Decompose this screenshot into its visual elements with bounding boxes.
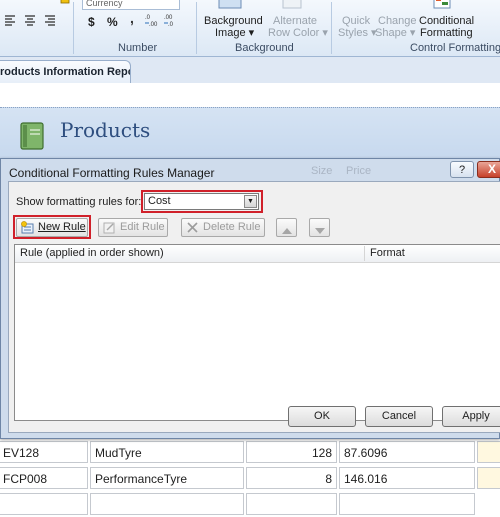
group-separator [73, 2, 74, 54]
rules-list-header: Rule (applied in order shown) Format [15, 245, 500, 263]
comma-style-icon[interactable]: , [128, 10, 138, 29]
edit-rule-label: Edit Rule [120, 221, 165, 233]
close-button[interactable]: X [477, 161, 500, 178]
delete-rule-button[interactable]: Delete Rule [181, 218, 265, 237]
ribbon: Currency $ % , .0.00 .00.0 Number Backgr… [0, 0, 500, 57]
cell-product-id[interactable]: FCP008 [0, 467, 88, 489]
svg-text:.0: .0 [145, 15, 151, 21]
svg-text:.0: .0 [168, 22, 174, 28]
show-rules-label: Show formatting rules for: [16, 196, 142, 208]
document-tab-bar: roducts Information Report [0, 57, 500, 84]
align-left-icon[interactable] [4, 14, 16, 29]
background-group-label: Background [235, 42, 294, 54]
cell-quantity[interactable]: 8 [246, 467, 337, 489]
move-up-button[interactable] [276, 218, 297, 237]
cell-quantity[interactable]: 128 [246, 441, 337, 463]
column-header-rule[interactable]: Rule (applied in order shown) [20, 245, 164, 261]
alternate-row-color-button-line1[interactable]: Alternate [273, 15, 317, 27]
column-header-format[interactable]: Format [370, 245, 405, 261]
number-group-label: Number [118, 42, 158, 54]
change-shape-button-line1[interactable]: Change [378, 15, 417, 27]
increase-decimal-icon[interactable]: .0.00 [145, 12, 161, 31]
cell-product-name[interactable]: PerformanceTyre [90, 467, 244, 489]
move-down-icon [315, 224, 325, 241]
tab-label: roducts Information Report [0, 66, 131, 78]
apply-button[interactable]: Apply [442, 406, 500, 427]
align-center-icon[interactable] [24, 14, 36, 29]
change-shape-button-line2[interactable]: Shape ▾ [375, 27, 415, 39]
quick-styles-button-line1[interactable]: Quick [342, 15, 370, 27]
rules-list[interactable]: Rule (applied in order shown) Format [14, 244, 500, 421]
background-image-button-line1[interactable]: Background [204, 15, 263, 27]
conditional-formatting-button-line2[interactable]: Formatting [420, 27, 473, 39]
svg-text:.00: .00 [149, 22, 158, 28]
background-image-button-line2[interactable]: Image ▾ [215, 27, 254, 39]
table-row[interactable] [0, 493, 500, 517]
decrease-decimal-icon[interactable]: .00.0 [164, 12, 180, 31]
cell-product-id[interactable] [0, 493, 88, 515]
quick-styles-button-line2[interactable]: Styles ▾ [338, 27, 377, 39]
ok-button[interactable]: OK [288, 406, 356, 427]
highlight-box [141, 190, 263, 213]
report-title: Products [60, 118, 151, 142]
table-row[interactable]: EV128 MudTyre 128 87.6096 [0, 441, 500, 465]
cell-cost[interactable] [339, 493, 475, 515]
conditional-formatting-dialog: Conditional Formatting Rules Manager Siz… [0, 158, 500, 439]
edit-rule-button[interactable]: Edit Rule [98, 218, 168, 237]
cell-product-name[interactable]: MudTyre [90, 441, 244, 463]
percent-button[interactable]: % [107, 16, 118, 28]
align-right-icon[interactable] [44, 14, 56, 29]
conditional-formatting-icon [433, 0, 451, 13]
dialog-body: Show formatting rules for: Cost ▼ New Ru… [8, 181, 500, 433]
cell-product-id[interactable]: EV128 [0, 441, 88, 463]
alternate-row-color-icon [282, 0, 302, 13]
background-column-header: Price [346, 165, 372, 177]
cell-extra[interactable] [477, 467, 500, 489]
help-button[interactable]: ? [450, 161, 474, 178]
cell-extra[interactable] [477, 441, 500, 463]
svg-text:,: , [130, 12, 134, 26]
group-separator [196, 2, 197, 54]
number-format-text: Currency [86, 0, 123, 8]
background-image-icon [218, 0, 242, 13]
move-up-icon [282, 224, 292, 241]
table-row[interactable]: FCP008 PerformanceTyre 8 146.016 [0, 467, 500, 491]
column-divider[interactable] [364, 246, 365, 261]
move-down-button[interactable] [309, 218, 330, 237]
conditional-formatting-button-line1[interactable]: Conditional [419, 15, 474, 27]
dialog-title: Conditional Formatting Rules Manager [9, 166, 215, 180]
group-separator [331, 2, 332, 54]
edit-rule-icon [103, 221, 116, 240]
cell-product-name[interactable] [90, 493, 244, 515]
svg-text:.00: .00 [164, 15, 173, 21]
highlight-box [13, 215, 91, 239]
background-column-header: Size [311, 165, 333, 177]
fill-color-icon[interactable] [60, 0, 70, 9]
delete-x-icon [186, 221, 199, 240]
number-format-box[interactable]: Currency [82, 0, 180, 10]
alternate-row-color-button-line2[interactable]: Row Color ▾ [268, 27, 328, 39]
cell-cost[interactable]: 87.6096 [339, 441, 475, 463]
currency-button[interactable]: $ [88, 16, 95, 28]
report-canvas-margin [0, 83, 500, 107]
cancel-button[interactable]: Cancel [365, 406, 433, 427]
cell-quantity[interactable] [246, 493, 337, 515]
tab-products-information-report[interactable]: roducts Information Report [0, 60, 131, 84]
cell-cost[interactable]: 146.016 [339, 467, 475, 489]
report-book-icon [19, 121, 45, 154]
control-formatting-group-label: Control Formatting [410, 42, 500, 54]
delete-rule-label: Delete Rule [203, 221, 261, 233]
